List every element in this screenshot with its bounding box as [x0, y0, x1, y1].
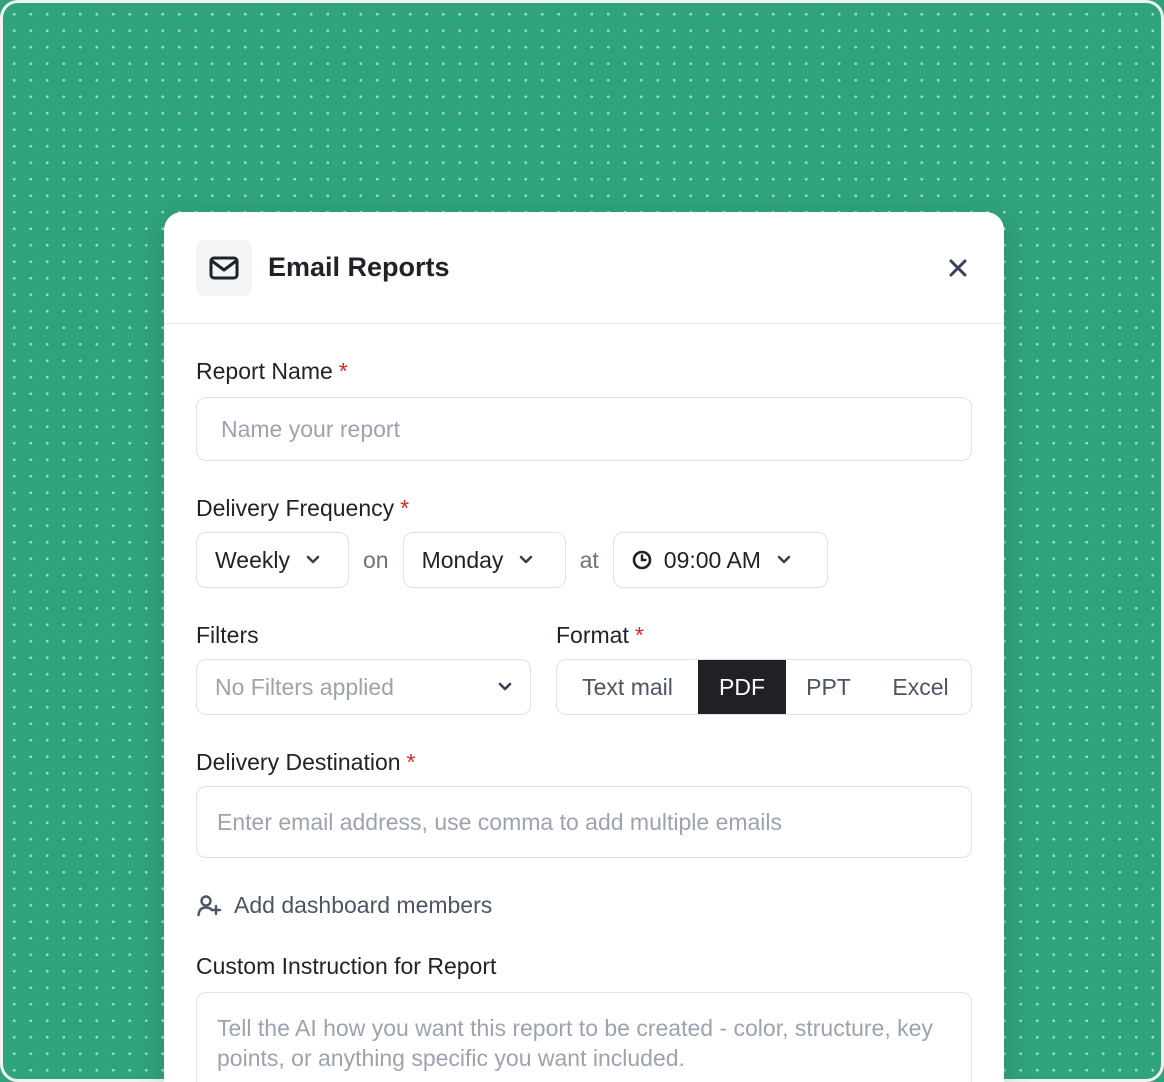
chevron-down-icon	[498, 682, 512, 692]
custom-instruction-placeholder: Tell the AI how you want this report to …	[217, 1015, 933, 1071]
custom-instruction-label: Custom Instruction for Report	[196, 953, 497, 979]
filters-select[interactable]: No Filters applied	[196, 659, 531, 715]
required-marker: *	[634, 622, 644, 648]
chevron-down-icon	[306, 555, 320, 565]
required-marker: *	[400, 495, 410, 521]
report-name-input[interactable]	[196, 397, 972, 461]
format-option-pdf[interactable]: PDF	[698, 660, 786, 714]
close-icon[interactable]	[940, 250, 976, 286]
format-option-excel[interactable]: Excel	[871, 660, 970, 714]
report-name-label: Report Name *	[196, 358, 348, 384]
mail-icon	[196, 239, 252, 296]
format-label: Format *	[556, 622, 644, 648]
format-option-ppt[interactable]: PPT	[786, 660, 871, 714]
delivery-frequency-label: Delivery Frequency *	[196, 495, 410, 521]
modal-header: Email Reports	[164, 212, 1004, 324]
format-segmented-control: Text mail PDF PPT Excel	[556, 659, 972, 715]
day-value: Monday	[421, 546, 504, 573]
required-marker: *	[406, 749, 416, 775]
email-destination-input[interactable]	[196, 786, 972, 858]
delivery-destination-section: Delivery Destination *	[196, 749, 972, 858]
custom-instruction-textarea[interactable]: Tell the AI how you want this report to …	[196, 992, 972, 1082]
at-connector: at	[579, 546, 599, 573]
time-select[interactable]: 09:00 AM	[612, 532, 828, 588]
modal-body: Report Name* Delivery Frequency* Weekly …	[164, 358, 1004, 1082]
chevron-down-icon	[519, 555, 533, 565]
delivery-frequency-section: Delivery Frequency* Weekly on Monday at	[196, 495, 972, 588]
clock-icon	[632, 550, 652, 570]
modal-title: Email Reports	[268, 252, 450, 282]
add-dashboard-members-label: Add dashboard members	[234, 892, 493, 918]
filters-placeholder: No Filters applied	[215, 673, 394, 700]
email-reports-modal: Email Reports Report Name* Delivery Freq…	[164, 212, 1004, 1082]
required-marker: *	[338, 358, 348, 384]
frequency-select[interactable]: Weekly	[196, 532, 349, 588]
custom-instruction-section: Custom Instruction for Report Tell the A…	[196, 953, 972, 1082]
frequency-value: Weekly	[215, 546, 290, 573]
add-dashboard-members-button[interactable]: Add dashboard members	[196, 892, 972, 919]
filters-label: Filters	[196, 622, 259, 648]
day-select[interactable]: Monday	[402, 532, 566, 588]
chevron-down-icon	[777, 555, 791, 565]
delivery-destination-label: Delivery Destination *	[196, 749, 416, 775]
filters-section: Filters No Filters applied	[196, 622, 531, 715]
time-value: 09:00 AM	[663, 546, 761, 573]
on-connector: on	[363, 546, 389, 573]
report-name-section: Report Name *	[196, 358, 972, 461]
format-section: Format * Text mail PDF PPT Excel	[556, 622, 972, 715]
format-option-text-mail[interactable]: Text mail	[557, 660, 698, 714]
user-plus-icon	[196, 893, 222, 919]
